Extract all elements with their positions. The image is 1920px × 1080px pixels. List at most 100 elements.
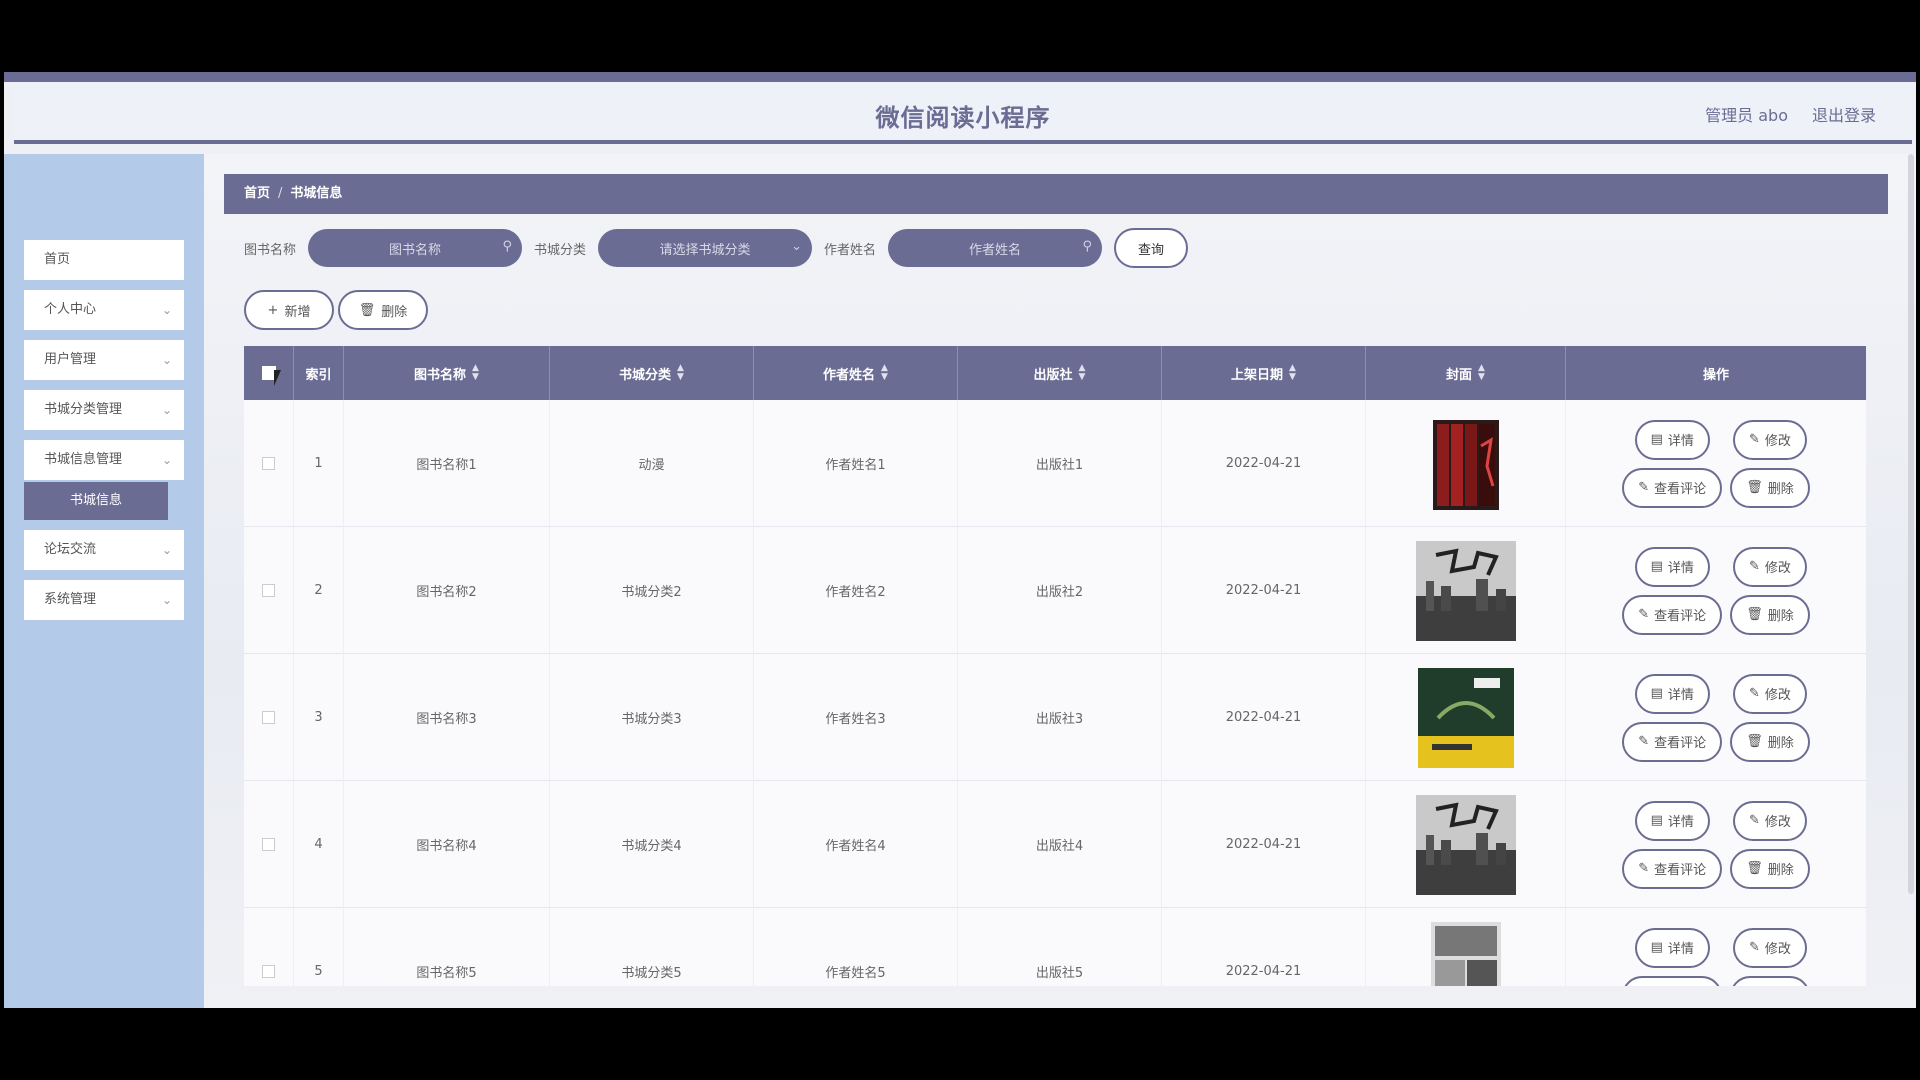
header-cover[interactable]: 封面 ▲ ▼: [1366, 346, 1566, 400]
sidebar-item-system-management[interactable]: 系统管理 ⌄: [24, 580, 184, 620]
view-comments-button[interactable]: ✎ 查看评论: [1622, 467, 1723, 508]
header-date[interactable]: 上架日期 ▲ ▼: [1162, 346, 1366, 400]
row-delete-button[interactable]: 🗑删除: [1730, 975, 1810, 986]
breadcrumb-separator: /: [278, 186, 283, 201]
sidebar: 首页 个人中心 ⌄ 用户管理 ⌄ 书城分类管理 ⌄ 书城信息管理 ⌄ 书城信息 论坛交流…: [4, 154, 204, 1008]
row-author: 作者姓名5: [754, 908, 958, 986]
row-category: 书城分类4: [550, 781, 754, 908]
operation-buttons: ▤ 详情 ✎ 修改 ✎ 查看评论 🗑 删除: [1622, 546, 1810, 635]
detail-button[interactable]: ▤ 详情: [1634, 927, 1710, 968]
book-cover-image[interactable]: [1416, 414, 1516, 514]
book-cover-image[interactable]: [1415, 794, 1516, 895]
sidebar-item-label: 个人中心: [44, 302, 97, 317]
view-comments-button[interactable]: ✎查看评论: [1622, 594, 1723, 635]
breadcrumb-home[interactable]: 首页: [244, 186, 270, 201]
book-cover-image[interactable]: [1416, 667, 1516, 768]
row-delete-button[interactable]: 🗑删除: [1730, 594, 1810, 635]
page-scrollbar[interactable]: [1908, 154, 1914, 894]
category-select[interactable]: 请选择书城分类 ⌄: [598, 229, 813, 267]
detail-button-label: 详情: [1667, 815, 1694, 830]
view-comments-button[interactable]: ✎查看评论: [1622, 721, 1723, 762]
edit-button[interactable]: ✎ 修改: [1732, 927, 1807, 968]
detail-button-label: 详情: [1667, 561, 1694, 576]
app-title: 微信阅读小程序: [875, 104, 1051, 132]
header-index: 索引: [294, 346, 344, 400]
bulk-delete-button[interactable]: 🗑 删除: [338, 290, 428, 330]
pencil-icon: ✎: [1748, 432, 1760, 447]
row-checkbox[interactable]: [262, 838, 275, 851]
row-index: 5: [294, 908, 344, 986]
view-comments-button[interactable]: ✎查看评论: [1622, 975, 1723, 986]
row-author: 作者姓名3: [754, 654, 958, 781]
row-book-name: 图书名称3: [344, 654, 550, 781]
row-checkbox[interactable]: [262, 584, 275, 597]
row-checkbox[interactable]: [262, 711, 275, 724]
row-date: 2022-04-21: [1162, 781, 1366, 908]
header-book-name[interactable]: 图书名称 ▲ ▼: [344, 346, 550, 400]
detail-button[interactable]: ▤ 详情: [1634, 419, 1710, 460]
detail-button[interactable]: ▤ 详情: [1634, 800, 1710, 841]
sidebar-subitem-book-info[interactable]: 书城信息: [24, 482, 168, 520]
book-cover-image[interactable]: [1416, 921, 1516, 986]
detail-button[interactable]: ▤ 详情: [1634, 673, 1710, 714]
table-row: 5图书名称5书城分类5作者姓名5出版社52022-04-21 ▤ 详情 ✎ 修改 ✎查看评…: [244, 908, 1866, 986]
sort-icon[interactable]: ▲ ▼: [472, 364, 479, 382]
row-checkbox[interactable]: [262, 965, 275, 978]
sort-icon[interactable]: ▲ ▼: [881, 364, 888, 382]
edit-button[interactable]: ✎ 修改: [1732, 419, 1807, 460]
header-author-label: 作者姓名: [823, 367, 876, 383]
book-cover-image[interactable]: [1415, 540, 1516, 641]
header-right: 管理员 abo 退出登录: [1705, 102, 1876, 126]
edit-button[interactable]: ✎ 修改: [1732, 673, 1807, 714]
row-book-name: 图书名称1: [344, 400, 550, 527]
sort-icon[interactable]: ▲ ▼: [1478, 364, 1485, 382]
search-bar: 图书名称 图书名称 ⚲ 书城分类 请选择书城分类 ⌄ 作者姓名 作者姓名 ⚲ 查…: [244, 228, 1189, 268]
row-delete-button[interactable]: 🗑删除: [1730, 721, 1810, 762]
sidebar-item-book-info-management[interactable]: 书城信息管理 ⌄: [24, 440, 184, 480]
edit-button-label: 修改: [1764, 434, 1791, 449]
comments-button-label: 查看评论: [1654, 482, 1707, 497]
row-checkbox[interactable]: [262, 457, 275, 470]
mouse-cursor: [274, 370, 288, 386]
row-category: 动漫: [550, 400, 754, 527]
category-label: 书城分类: [534, 242, 587, 258]
row-delete-button-label: 删除: [1767, 482, 1794, 497]
edit-button-label: 修改: [1764, 688, 1791, 703]
row-author: 作者姓名4: [754, 781, 958, 908]
trash-icon: 🗑: [1746, 480, 1763, 495]
query-button[interactable]: 查询: [1114, 228, 1189, 268]
row-select-cell: [244, 781, 294, 908]
author-input[interactable]: 作者姓名 ⚲: [888, 229, 1103, 267]
sidebar-item-home[interactable]: 首页: [24, 240, 184, 280]
row-date: 2022-04-21: [1162, 654, 1366, 781]
row-book-name: 图书名称5: [344, 908, 550, 986]
row-select-cell: [244, 400, 294, 527]
sidebar-item-label: 首页: [44, 252, 71, 267]
sort-icon[interactable]: ▲ ▼: [677, 364, 684, 382]
sidebar-item-category-management[interactable]: 书城分类管理 ⌄: [24, 390, 184, 430]
row-cover-cell: [1366, 781, 1566, 908]
sort-icon[interactable]: ▲ ▼: [1289, 364, 1296, 382]
header-author[interactable]: 作者姓名 ▲ ▼: [754, 346, 958, 400]
edit-button[interactable]: ✎ 修改: [1732, 546, 1807, 587]
sidebar-item-forum[interactable]: 论坛交流 ⌄: [24, 530, 184, 570]
logout-link[interactable]: 退出登录: [1812, 102, 1876, 126]
chevron-down-icon: ⌄: [161, 593, 172, 607]
header-category[interactable]: 书城分类 ▲ ▼: [550, 346, 754, 400]
edit-button[interactable]: ✎ 修改: [1732, 800, 1807, 841]
row-delete-button[interactable]: 🗑删除: [1730, 848, 1810, 889]
view-comments-button[interactable]: ✎查看评论: [1622, 848, 1723, 889]
row-delete-button[interactable]: 🗑 删除: [1730, 467, 1810, 508]
detail-button[interactable]: ▤ 详情: [1634, 546, 1710, 587]
book-name-input[interactable]: 图书名称 ⚲: [308, 229, 523, 267]
row-select-cell: [244, 527, 294, 654]
add-button[interactable]: + 新增: [244, 290, 334, 330]
sidebar-item-user-management[interactable]: 用户管理 ⌄: [24, 340, 184, 380]
pencil-icon: ✎: [1638, 480, 1650, 495]
sort-icon[interactable]: ▲ ▼: [1079, 364, 1086, 382]
header-publisher[interactable]: 出版社 ▲ ▼: [958, 346, 1162, 400]
row-publisher: 出版社3: [958, 654, 1162, 781]
detail-button-label: 详情: [1667, 688, 1694, 703]
operation-buttons: ▤ 详情 ✎ 修改 ✎ 查看评论 🗑 删除: [1622, 673, 1810, 762]
sidebar-item-personal-center[interactable]: 个人中心 ⌄: [24, 290, 184, 330]
